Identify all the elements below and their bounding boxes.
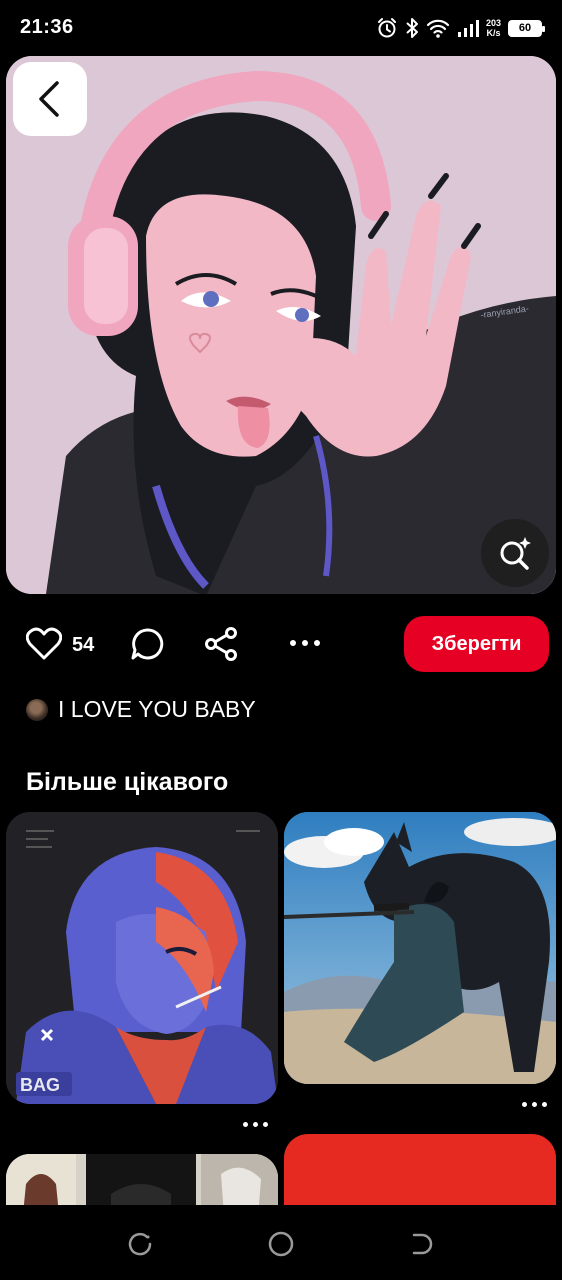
signal-icon (457, 20, 479, 37)
lens-search-icon (500, 537, 531, 570)
author-name[interactable]: I LOVE YOU BABY (58, 696, 256, 723)
home-icon (268, 1231, 294, 1257)
status-icons: 203 K/s 60 (376, 15, 545, 41)
dot (302, 640, 308, 646)
dot (532, 1102, 537, 1107)
dot (542, 1102, 547, 1107)
back-nav-button[interactable] (406, 1229, 436, 1259)
chevron-left-icon (39, 81, 59, 117)
status-bar: 21:36 203 K/s 60 (0, 0, 562, 56)
heart-icon (25, 627, 63, 660)
dot (253, 1122, 258, 1127)
save-button[interactable]: Зберегти (404, 616, 549, 672)
comment-button[interactable] (130, 627, 164, 666)
section-title: Більше цікавого (26, 768, 229, 796)
more-options-button[interactable] (290, 640, 320, 646)
bluetooth-icon (406, 18, 418, 38)
share-icon (205, 627, 237, 661)
dot (290, 640, 296, 646)
dot (243, 1122, 248, 1127)
card-more-button[interactable] (522, 1102, 547, 1107)
like-button[interactable] (25, 627, 63, 666)
avatar[interactable] (26, 698, 48, 721)
system-nav-bar (0, 1205, 562, 1280)
pin-actions: 54 Зберегти (0, 612, 562, 676)
dot (314, 640, 320, 646)
wifi-icon (426, 19, 450, 38)
card-1-text: BAG (20, 1075, 60, 1095)
share-button[interactable] (204, 627, 238, 666)
status-time: 21:36 (20, 16, 74, 38)
recents-button[interactable] (125, 1229, 155, 1259)
network-speed-unit: K/s (486, 28, 501, 38)
card-more-button[interactable] (243, 1122, 268, 1127)
like-count: 54 (72, 634, 95, 656)
dot (263, 1122, 268, 1127)
network-speed-value: 203 (485, 18, 501, 28)
comment-icon (131, 628, 164, 660)
recents-icon (128, 1232, 152, 1256)
battery-icon: 60 (508, 19, 545, 37)
related-pin-card[interactable] (284, 812, 556, 1084)
network-speed: 203 K/s (486, 18, 501, 38)
author-row[interactable]: I LOVE YOU BABY (26, 696, 256, 723)
back-button[interactable] (13, 62, 87, 136)
home-button[interactable] (266, 1229, 296, 1259)
pin-image[interactable]: -ranyiranda- (6, 56, 556, 594)
alarm-icon (377, 18, 396, 38)
battery-level: 60 (518, 22, 532, 34)
visual-search-button[interactable] (481, 519, 549, 587)
back-nav-icon (412, 1233, 433, 1255)
related-pin-card[interactable]: BAG (6, 812, 278, 1104)
dot (522, 1102, 527, 1107)
